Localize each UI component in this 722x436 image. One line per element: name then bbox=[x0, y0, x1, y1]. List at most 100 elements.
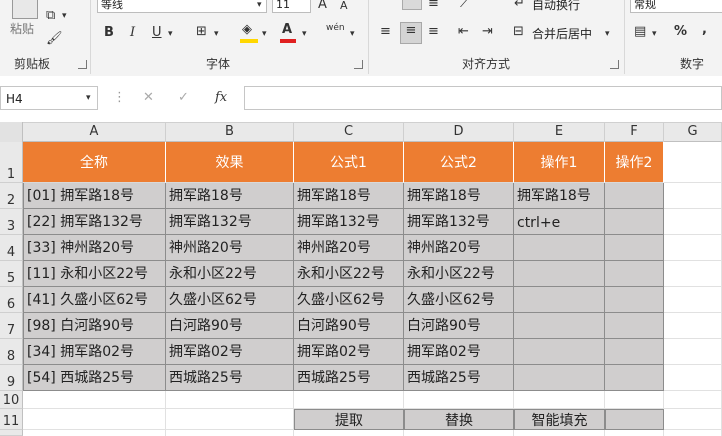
data-cell[interactable]: ctrl+e bbox=[514, 209, 605, 235]
row-header-11[interactable]: 11 bbox=[0, 409, 23, 430]
row-header-6[interactable]: 6 bbox=[0, 287, 23, 313]
data-cell[interactable]: 久盛小区62号 bbox=[166, 287, 294, 313]
data-cell[interactable] bbox=[605, 235, 664, 261]
wrap-text-button[interactable]: 自动换行 bbox=[532, 0, 580, 13]
row-header-9[interactable]: 9 bbox=[0, 365, 23, 391]
chevron-down-icon[interactable]: ▾ bbox=[214, 26, 219, 42]
data-cell[interactable]: 久盛小区62号 bbox=[404, 287, 514, 313]
row-header-2[interactable]: 2 bbox=[0, 183, 23, 209]
insert-function-icon[interactable]: fx bbox=[215, 90, 227, 106]
data-cell[interactable]: [22] 拥军路132号 bbox=[23, 209, 166, 235]
enter-icon[interactable]: ✓ bbox=[178, 90, 189, 106]
align-bottom-icon[interactable]: ≡ bbox=[428, 0, 439, 12]
cancel-icon[interactable]: ✕ bbox=[143, 90, 154, 106]
data-cell[interactable]: 神州路20号 bbox=[294, 235, 404, 261]
clipboard-launcher-icon[interactable] bbox=[78, 60, 87, 69]
data-cell[interactable]: 西城路25号 bbox=[294, 365, 404, 391]
data-cell[interactable]: 拥军路18号 bbox=[514, 183, 605, 209]
data-cell[interactable] bbox=[605, 209, 664, 235]
merge-center-button[interactable]: 合并后居中 bbox=[532, 25, 592, 42]
chevron-down-icon[interactable]: ▾ bbox=[652, 26, 657, 42]
name-box[interactable]: H4 bbox=[0, 86, 98, 110]
phonetic-guide-icon[interactable]: wén bbox=[326, 20, 345, 36]
alignment-launcher-icon[interactable] bbox=[610, 60, 619, 69]
header-cell[interactable]: 全称 bbox=[23, 142, 166, 183]
align-middle-icon[interactable] bbox=[402, 0, 422, 10]
label-cell[interactable]: 替换 bbox=[404, 409, 514, 430]
row-header-8[interactable]: 8 bbox=[0, 339, 23, 365]
data-cell[interactable]: 永和小区22号 bbox=[294, 261, 404, 287]
chevron-down-icon[interactable]: ▾ bbox=[262, 26, 267, 42]
header-cell[interactable]: 公式1 bbox=[294, 142, 404, 183]
decrease-indent-icon[interactable]: ⇤ bbox=[458, 24, 469, 40]
underline-button[interactable]: U bbox=[152, 25, 162, 41]
data-cell[interactable]: [41] 久盛小区62号 bbox=[23, 287, 166, 313]
chevron-down-icon[interactable]: ▾ bbox=[168, 26, 173, 42]
header-cell[interactable]: 操作1 bbox=[514, 142, 605, 183]
data-cell[interactable]: 拥军路02号 bbox=[166, 339, 294, 365]
paste-label[interactable]: 粘贴 bbox=[10, 20, 34, 37]
data-cell[interactable]: [98] 白河路90号 bbox=[23, 313, 166, 339]
data-cell[interactable] bbox=[514, 339, 605, 365]
copy-icon[interactable]: ⧉ bbox=[46, 8, 55, 24]
data-cell[interactable] bbox=[514, 365, 605, 391]
wrap-text-icon[interactable]: ↵ bbox=[514, 0, 525, 12]
data-cell[interactable] bbox=[605, 339, 664, 365]
column-header-d[interactable]: D bbox=[404, 122, 514, 142]
data-cell[interactable] bbox=[605, 261, 664, 287]
data-cell[interactable]: 白河路90号 bbox=[166, 313, 294, 339]
data-cell[interactable]: 神州路20号 bbox=[166, 235, 294, 261]
column-header-f[interactable]: F bbox=[605, 122, 664, 142]
format-painter-icon[interactable]: 🖌 bbox=[46, 31, 63, 47]
row-header-partial[interactable] bbox=[0, 430, 23, 436]
data-cell[interactable]: 拥军路02号 bbox=[404, 339, 514, 365]
data-cell[interactable]: [11] 永和小区22号 bbox=[23, 261, 166, 287]
row-header-7[interactable]: 7 bbox=[0, 313, 23, 339]
data-cell[interactable] bbox=[514, 235, 605, 261]
grow-font-icon[interactable]: A bbox=[318, 0, 327, 13]
data-cell[interactable] bbox=[514, 261, 605, 287]
label-cell[interactable]: 提取 bbox=[294, 409, 404, 430]
data-cell[interactable] bbox=[514, 287, 605, 313]
data-cell[interactable]: [01] 拥军路18号 bbox=[23, 183, 166, 209]
merge-center-icon[interactable]: ⊟ bbox=[513, 24, 524, 40]
row-header-5[interactable]: 5 bbox=[0, 261, 23, 287]
font-size-select[interactable]: 11 bbox=[272, 0, 311, 13]
shrink-font-icon[interactable]: A bbox=[340, 0, 348, 14]
data-cell[interactable]: 白河路90号 bbox=[294, 313, 404, 339]
data-cell[interactable]: 拥军路02号 bbox=[294, 339, 404, 365]
data-cell[interactable] bbox=[605, 183, 664, 209]
row-header-1[interactable]: 1 bbox=[0, 142, 23, 183]
percent-button[interactable]: % bbox=[674, 24, 687, 40]
paste-icon[interactable] bbox=[12, 0, 38, 19]
row-header-4[interactable]: 4 bbox=[0, 235, 23, 261]
row-header-3[interactable]: 3 bbox=[0, 209, 23, 235]
italic-button[interactable]: I bbox=[130, 25, 135, 41]
align-center-icon[interactable]: ≡ bbox=[400, 22, 422, 44]
chevron-down-icon[interactable]: ▾ bbox=[62, 8, 67, 24]
data-cell[interactable]: 西城路25号 bbox=[404, 365, 514, 391]
data-cell[interactable] bbox=[514, 313, 605, 339]
data-cell[interactable]: 拥军路18号 bbox=[404, 183, 514, 209]
data-cell[interactable] bbox=[605, 287, 664, 313]
data-cell[interactable]: [54] 西城路25号 bbox=[23, 365, 166, 391]
data-cell[interactable]: 拥军路18号 bbox=[166, 183, 294, 209]
data-cell[interactable]: [34] 拥军路02号 bbox=[23, 339, 166, 365]
column-header-g[interactable]: G bbox=[664, 122, 722, 142]
label-cell[interactable]: 智能填充 bbox=[514, 409, 605, 430]
data-cell[interactable]: 拥军路132号 bbox=[404, 209, 514, 235]
data-cell[interactable]: 永和小区22号 bbox=[166, 261, 294, 287]
data-cell[interactable]: 拥军路132号 bbox=[294, 209, 404, 235]
font-name-select[interactable]: 等线 bbox=[97, 0, 267, 13]
column-header-b[interactable]: B bbox=[166, 122, 294, 142]
chevron-down-icon[interactable]: ▾ bbox=[605, 26, 610, 42]
data-cell[interactable]: [33] 神州路20号 bbox=[23, 235, 166, 261]
column-header-a[interactable]: A bbox=[23, 122, 166, 142]
number-format-select[interactable]: 常规 bbox=[630, 0, 722, 13]
chevron-down-icon[interactable]: ▾ bbox=[350, 26, 355, 42]
formula-input[interactable] bbox=[244, 86, 722, 110]
comma-style-icon[interactable]: , bbox=[702, 22, 707, 38]
data-cell[interactable]: 神州路20号 bbox=[404, 235, 514, 261]
label-cell[interactable] bbox=[605, 409, 664, 430]
column-header-e[interactable]: E bbox=[514, 122, 605, 142]
